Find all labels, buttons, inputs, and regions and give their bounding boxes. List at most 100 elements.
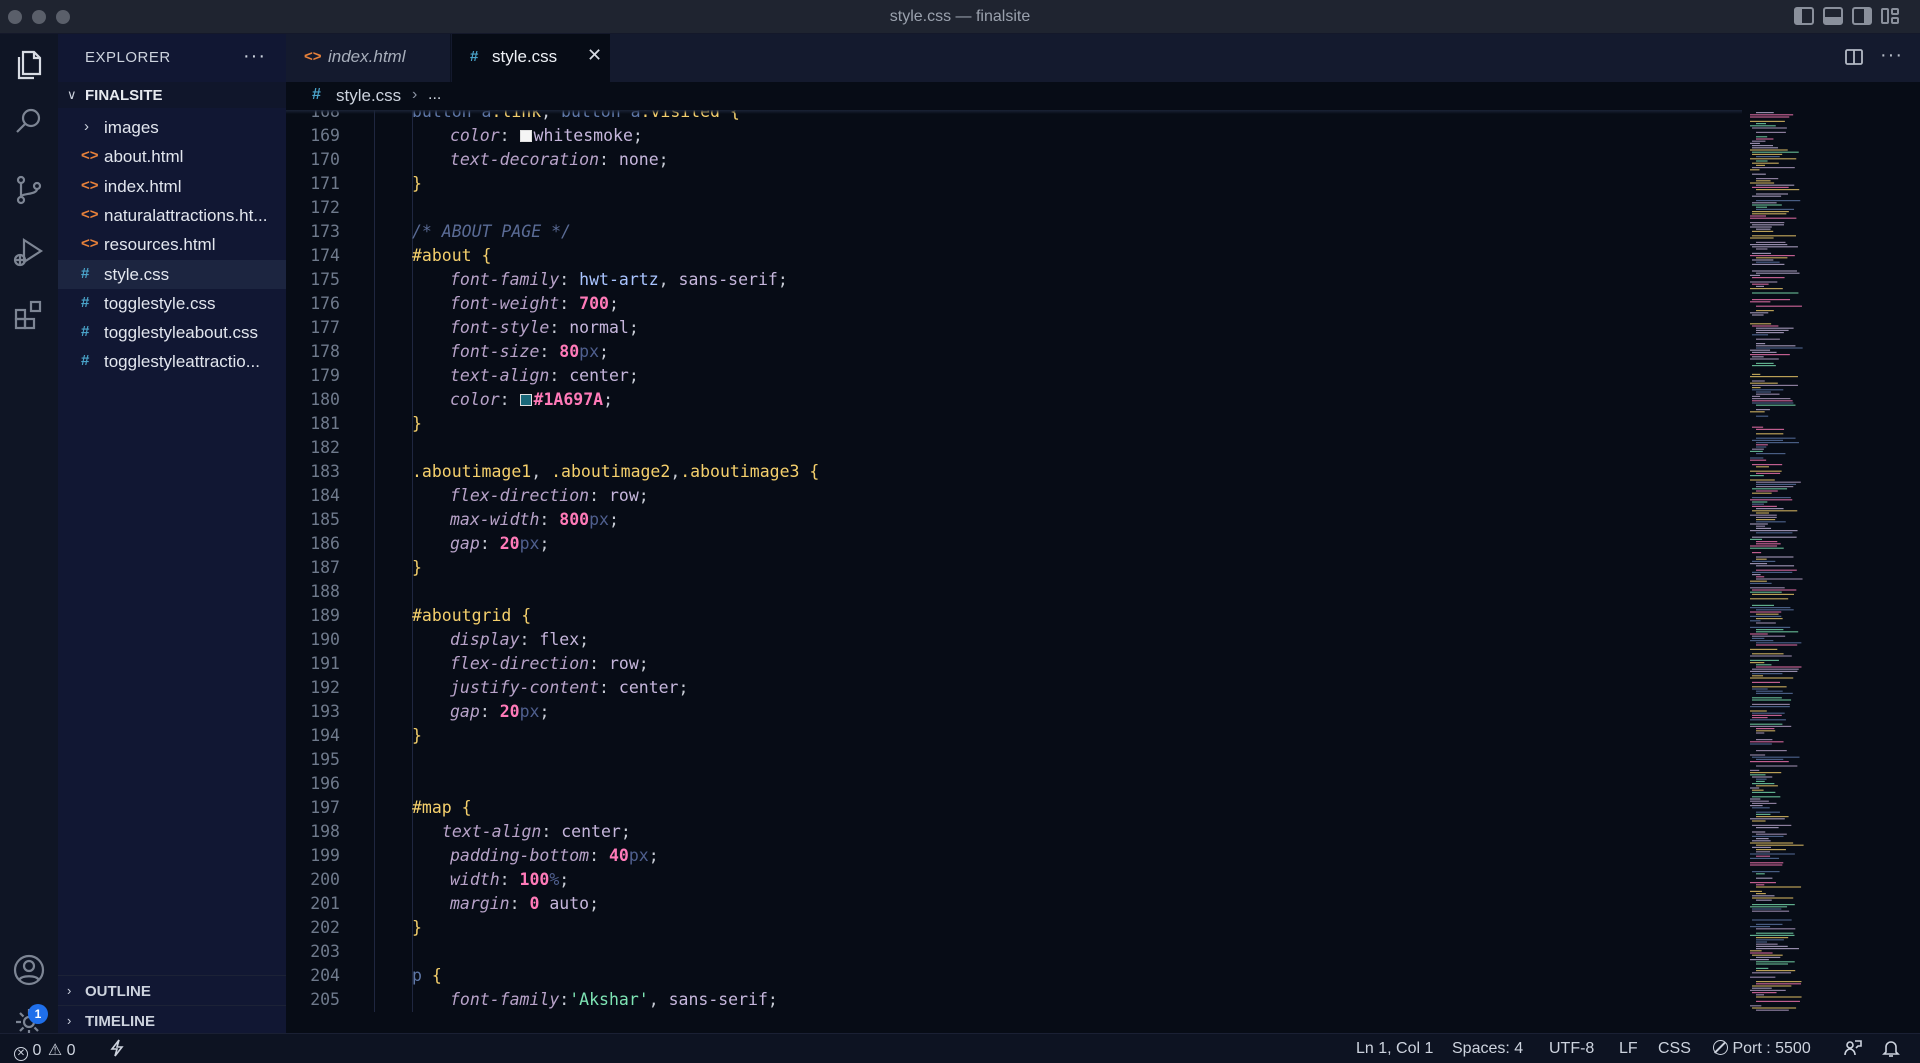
code-line[interactable]: 184 flex-direction: row; xyxy=(286,484,1742,508)
source-control-icon[interactable] xyxy=(11,172,47,208)
tree-file-item[interactable]: # togglestyle.css xyxy=(58,289,286,318)
code-line[interactable]: 185 max-width: 800px; xyxy=(286,508,1742,532)
code-line[interactable]: 183 .aboutimage1, .aboutimage2,.aboutimag… xyxy=(286,460,1742,484)
tree-file-item[interactable]: <> naturalattractions.ht... xyxy=(58,201,286,230)
outline-panel-header[interactable]: › OUTLINE xyxy=(58,975,286,1005)
code-line[interactable]: 176 font-weight: 700; xyxy=(286,292,1742,316)
minimap-line xyxy=(1756,446,1767,448)
feedback-icon[interactable] xyxy=(1843,1038,1863,1063)
language-mode[interactable]: CSS xyxy=(1658,1040,1691,1058)
close-tab-icon[interactable]: ✕ xyxy=(587,45,602,66)
split-editor-icon[interactable] xyxy=(1844,47,1864,72)
code-line[interactable]: 171} xyxy=(286,172,1742,196)
toggle-primary-sidebar-icon[interactable] xyxy=(1794,7,1814,25)
code-line[interactable]: 200 width: 100%; xyxy=(286,868,1742,892)
code-line[interactable]: 174 #about { xyxy=(286,244,1742,268)
code-line[interactable]: 170 text-decoration: none; xyxy=(286,148,1742,172)
tree-file-item[interactable]: <> about.html xyxy=(58,142,286,171)
code-line[interactable]: 199 padding-bottom: 40px; xyxy=(286,844,1742,868)
color-swatch-icon[interactable] xyxy=(519,130,532,142)
lightning-icon[interactable] xyxy=(110,1039,124,1062)
code-line[interactable]: 189 #aboutgrid { xyxy=(286,604,1742,628)
code-token: : xyxy=(519,630,540,649)
code-line[interactable]: 201 margin: 0 auto; xyxy=(286,892,1742,916)
timeline-panel-header[interactable]: › TIMELINE xyxy=(58,1005,286,1035)
code-line[interactable]: 178 font-size: 80px; xyxy=(286,340,1742,364)
eol-setting[interactable]: LF xyxy=(1619,1040,1638,1058)
breadcrumb-symbols[interactable]: ... xyxy=(428,86,441,104)
code-line[interactable]: 180 color: #1A697A; xyxy=(286,388,1742,412)
explorer-more-actions-button[interactable]: ··· xyxy=(243,45,266,68)
code-token: ; xyxy=(620,822,631,841)
code-line[interactable]: 196 xyxy=(286,772,1742,796)
notifications-bell-icon[interactable] xyxy=(1882,1038,1900,1063)
minimap-line xyxy=(1756,208,1795,210)
code-line[interactable]: 177 font-style: normal; xyxy=(286,316,1742,340)
code-line[interactable]: 194} xyxy=(286,724,1742,748)
tree-file-item[interactable]: # togglestyleattractio... xyxy=(58,347,286,376)
code-line[interactable]: 187} xyxy=(286,556,1742,580)
code-line[interactable]: 195 xyxy=(286,748,1742,772)
code-line[interactable]: 192 justify-content: center; xyxy=(286,676,1742,700)
code-line[interactable]: 190 display: flex; xyxy=(286,628,1742,652)
code-line[interactable]: 205 font-family:'Akshar', sans-serif; xyxy=(286,988,1742,1012)
code-line[interactable]: 182 xyxy=(286,436,1742,460)
customize-layout-icon[interactable] xyxy=(1881,7,1901,25)
code-token: 20 xyxy=(499,534,520,553)
encoding-setting[interactable]: UTF-8 xyxy=(1549,1040,1594,1058)
editor-more-actions-icon[interactable]: ··· xyxy=(1880,44,1903,67)
tree-item-label: togglestyle.css xyxy=(104,293,216,313)
code-line[interactable]: 198 text-align: center; xyxy=(286,820,1742,844)
code-line[interactable]: 202} xyxy=(286,916,1742,940)
code-line[interactable]: 204 p { xyxy=(286,964,1742,988)
workspace-folder-header[interactable]: ∨ FINALSITE xyxy=(58,82,286,108)
live-server-port[interactable]: Port : 5500 xyxy=(1713,1040,1811,1058)
color-swatch-icon[interactable] xyxy=(519,394,532,406)
code-line[interactable]: 172 xyxy=(286,196,1742,220)
code-text: color: whitesmoke; xyxy=(450,124,643,148)
indentation-setting[interactable]: Spaces: 4 xyxy=(1452,1040,1523,1058)
code-text: } xyxy=(412,916,422,940)
toggle-secondary-sidebar-icon[interactable] xyxy=(1852,7,1872,25)
run-debug-icon[interactable] xyxy=(11,234,47,270)
minimap-line xyxy=(1750,499,1793,501)
minimap[interactable] xyxy=(1742,110,1920,1033)
account-icon[interactable] xyxy=(11,952,47,988)
toggle-panel-icon[interactable] xyxy=(1823,7,1843,25)
code-line[interactable]: 203 xyxy=(286,940,1742,964)
code-line[interactable]: 175 font-family: hwt-artz, sans-serif; xyxy=(286,268,1742,292)
code-line[interactable]: 173 /* ABOUT PAGE */ xyxy=(286,220,1742,244)
tree-file-item[interactable]: # style.css xyxy=(58,259,286,289)
minimap-line xyxy=(1756,884,1765,886)
indent-guide xyxy=(374,700,375,724)
minimap-line xyxy=(1756,644,1798,646)
extensions-icon[interactable] xyxy=(11,296,47,332)
code-token: : xyxy=(599,678,619,697)
code-line[interactable]: 197 #map { xyxy=(286,796,1742,820)
code-editor[interactable]: 168 button a:link, button a:visited {169 c… xyxy=(286,110,1920,1033)
cursor-position[interactable]: Ln 1, Col 1 xyxy=(1356,1040,1433,1058)
minimap-line xyxy=(1752,789,1764,791)
minimap-line xyxy=(1756,618,1783,620)
code-line[interactable]: 186 gap: 20px; xyxy=(286,532,1742,556)
tree-file-item[interactable]: <> index.html xyxy=(58,172,286,201)
code-line[interactable]: 193 gap: 20px; xyxy=(286,700,1742,724)
tab-style-css[interactable]: # style.css ✕ xyxy=(452,34,610,82)
tab-index-html[interactable]: <> index.html xyxy=(286,34,451,82)
code-line[interactable]: 191 flex-direction: row; xyxy=(286,652,1742,676)
tree-folder-images[interactable]: › images xyxy=(58,113,286,142)
problems-indicator[interactable]: ✕ 0 ⚠ 0 xyxy=(14,1040,76,1061)
code-line[interactable]: 181} xyxy=(286,412,1742,436)
explorer-icon[interactable] xyxy=(11,46,47,82)
breadcrumb-file[interactable]: style.css xyxy=(336,86,401,106)
code-text: font-family:'Akshar', sans-serif; xyxy=(450,988,778,1012)
tree-file-item[interactable]: <> resources.html xyxy=(58,230,286,259)
minimap-line xyxy=(1756,193,1789,195)
code-line[interactable]: 179 text-align: center; xyxy=(286,364,1742,388)
tree-file-item[interactable]: # togglestyleabout.css xyxy=(58,318,286,347)
code-line[interactable]: 169 color: whitesmoke; xyxy=(286,124,1742,148)
search-icon[interactable] xyxy=(11,104,47,140)
minimap-line xyxy=(1756,512,1769,514)
code-line[interactable]: 188 xyxy=(286,580,1742,604)
minimap-canvas xyxy=(1750,112,1804,1011)
